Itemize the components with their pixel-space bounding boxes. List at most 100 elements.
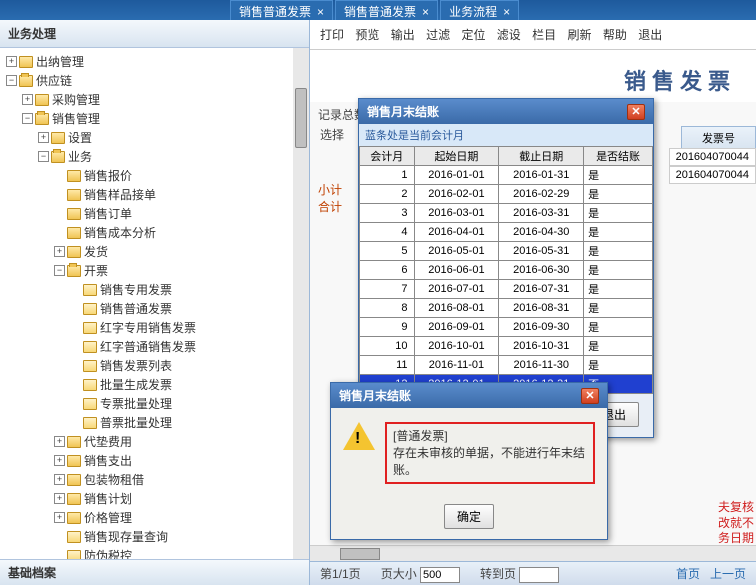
subtotal-label: 小计合计 [318,182,342,216]
tree-stock-query[interactable]: 销售现存量查询 [2,527,307,546]
sidebar: 业务处理 +出纳管理 −供应链 +采购管理 −销售管理 +设置 −业务 销售报价… [0,20,310,585]
tree-ship[interactable]: +发货 [2,242,307,261]
tree-order[interactable]: 销售订单 [2,204,307,223]
close-icon[interactable]: × [422,5,429,19]
table-row[interactable]: 201604070044 [669,166,756,184]
tree-supply[interactable]: −供应链 [2,71,307,90]
tree-sample[interactable]: 销售样品接单 [2,185,307,204]
toolbar-columns[interactable]: 栏目 [532,28,556,42]
expand-icon[interactable]: + [54,246,65,257]
tree-anti-fraud[interactable]: 防伪税控 [2,546,307,559]
period-row[interactable]: 52016-05-012016-05-31是 [360,242,653,261]
collapse-icon[interactable]: − [22,113,33,124]
expand-icon[interactable]: + [54,474,65,485]
collapse-icon[interactable]: − [54,265,65,276]
tree-quote[interactable]: 销售报价 [2,166,307,185]
sidebar-header: 业务处理 [0,20,309,48]
message-text: [普通发票] 存在未审核的单据，不能进行年末结账。 [385,422,595,484]
table-row[interactable]: 201604070044 [669,148,756,166]
nav-tree: +出纳管理 −供应链 +采购管理 −销售管理 +设置 −业务 销售报价 销售样品… [0,48,309,559]
page-title: 销售发票 [310,50,756,102]
tree-cashier[interactable]: +出纳管理 [2,52,307,71]
period-table: 会计月 起始日期 截止日期 是否结账 12016-01-012016-01-31… [359,146,653,394]
sidebar-footer[interactable]: 基础档案 [0,559,309,585]
close-icon[interactable]: ✕ [627,104,645,120]
scrollbar-thumb[interactable] [340,548,380,560]
top-tab[interactable]: 销售普通发票× [230,0,333,20]
tree-inv-list[interactable]: 销售发票列表 [2,356,307,375]
tree-scrollbar[interactable] [293,48,309,559]
tree-batch-special[interactable]: 专票批量处理 [2,394,307,413]
expand-icon[interactable]: + [54,455,65,466]
toolbar-exit[interactable]: 退出 [638,28,662,42]
expand-icon[interactable]: + [54,493,65,504]
toolbar-locate[interactable]: 定位 [461,28,485,42]
tree-business[interactable]: −业务 [2,147,307,166]
tree-sales[interactable]: −销售管理 [2,109,307,128]
status-bar: 第1/1页 页大小 转到页 首页 上一页 [310,561,756,585]
period-row[interactable]: 102016-10-012016-10-31是 [360,337,653,356]
scrollbar-thumb[interactable] [295,88,307,148]
top-tab[interactable]: 业务流程× [440,0,519,20]
tree-packaging[interactable]: +包装物租借 [2,470,307,489]
toolbar-preview[interactable]: 预览 [355,28,379,42]
tree-plan[interactable]: +销售计划 [2,489,307,508]
tree-batch-normal[interactable]: 普票批量处理 [2,413,307,432]
period-row[interactable]: 62016-06-012016-06-30是 [360,261,653,280]
dialog-titlebar[interactable]: 销售月末结账 ✕ [331,383,607,408]
dialog-title-text: 销售月末结账 [367,103,439,120]
period-row[interactable]: 42016-04-012016-04-30是 [360,223,653,242]
toolbar-output[interactable]: 输出 [391,28,415,42]
dialog-hint: 蓝条处是当前会计月 [359,124,653,146]
close-icon[interactable]: × [317,5,324,19]
tree-prepaid[interactable]: +代垫费用 [2,432,307,451]
tree-price[interactable]: +价格管理 [2,508,307,527]
period-row[interactable]: 112016-11-012016-11-30是 [360,356,653,375]
tree-batch-gen[interactable]: 批量生成发票 [2,375,307,394]
toolbar-print[interactable]: 打印 [320,28,344,42]
col-period: 会计月 [360,147,415,166]
goto-page-input[interactable] [519,567,559,583]
expand-icon[interactable]: + [54,436,65,447]
dialog-titlebar[interactable]: 销售月末结账 ✕ [359,99,653,124]
expand-icon[interactable]: + [6,56,17,67]
tree-inv-red-special[interactable]: 红字专用销售发票 [2,318,307,337]
page-size-label: 页大小 [381,567,417,581]
tree-inv-special[interactable]: 销售专用发票 [2,280,307,299]
tree-expense[interactable]: +销售支出 [2,451,307,470]
collapse-icon[interactable]: − [38,151,49,162]
column-header-invoice-no[interactable]: 发票号 [681,126,756,150]
col-end: 截止日期 [499,147,584,166]
top-tab[interactable]: 销售普通发票× [335,0,438,20]
tree-purchase[interactable]: +采购管理 [2,90,307,109]
dialog-title-text: 销售月末结账 [339,387,411,404]
ok-button[interactable]: 确定 [444,504,494,529]
period-row[interactable]: 12016-01-012016-01-31是 [360,166,653,185]
expand-icon[interactable]: + [54,512,65,523]
toolbar-help[interactable]: 帮助 [603,28,627,42]
toolbar-filter-set[interactable]: 滤设 [497,28,521,42]
horizontal-scrollbar[interactable] [310,545,756,561]
first-page-link[interactable]: 首页 [676,565,700,582]
period-row[interactable]: 32016-03-012016-03-31是 [360,204,653,223]
tree-settings[interactable]: +设置 [2,128,307,147]
close-icon[interactable]: × [503,5,510,19]
tree-cost[interactable]: 销售成本分析 [2,223,307,242]
close-icon[interactable]: ✕ [581,388,599,404]
period-row[interactable]: 82016-08-012016-08-31是 [360,299,653,318]
collapse-icon[interactable]: − [6,75,17,86]
period-row[interactable]: 92016-09-012016-09-30是 [360,318,653,337]
period-row[interactable]: 72016-07-012016-07-31是 [360,280,653,299]
tree-invoice[interactable]: −开票 [2,261,307,280]
page-size-input[interactable] [420,567,460,583]
period-row[interactable]: 22016-02-012016-02-29是 [360,185,653,204]
expand-icon[interactable]: + [22,94,33,105]
tree-inv-red-normal[interactable]: 红字普通销售发票 [2,337,307,356]
expand-icon[interactable]: + [38,132,49,143]
goto-page-label: 转到页 [480,567,516,581]
tree-inv-normal[interactable]: 销售普通发票 [2,299,307,318]
toolbar-filter[interactable]: 过滤 [426,28,450,42]
side-warning-text: 夫复核改就不务日期 [718,500,754,547]
prev-page-link[interactable]: 上一页 [710,565,746,582]
toolbar-refresh[interactable]: 刷新 [568,28,592,42]
